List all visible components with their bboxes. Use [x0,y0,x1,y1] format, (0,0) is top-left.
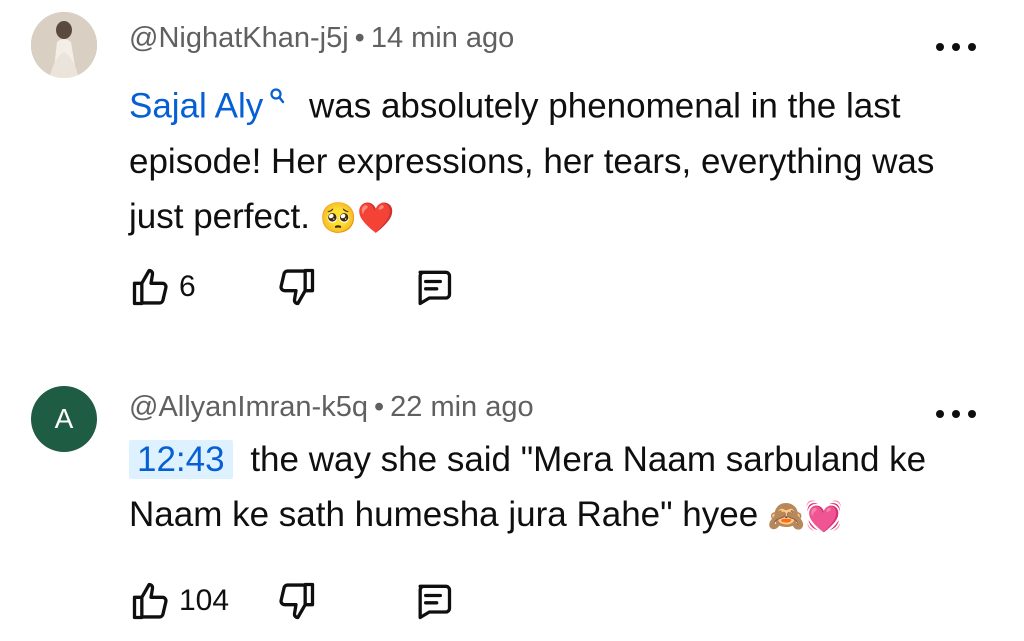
comment-item: @NighatKhan-j5j • 14 min ago Sajal Aly was… [0,0,1024,330]
reply-icon [418,270,452,306]
like-button[interactable]: 104 [129,579,274,623]
comment-text: 12:43 the way she said "Mera Naam sarbul… [129,432,959,544]
thumbs-down-icon [279,582,315,620]
reply-button[interactable] [411,579,455,623]
avatar[interactable] [31,12,97,78]
comment-actions: 6 [129,262,455,312]
reply-button[interactable] [411,265,455,309]
more-vertical-icon [936,43,944,51]
like-count: 104 [179,584,230,617]
comment-meta: @AllyanImran-k5q • 22 min ago [129,391,534,424]
like-count: 6 [179,270,196,303]
avatar[interactable]: A [31,386,97,452]
comment-author[interactable]: @AllyanImran-k5q [129,391,368,423]
beating-heart-emoji: 💓 [805,499,843,535]
reply-icon [418,584,452,620]
meta-separator: • [354,22,365,54]
avatar-photo [31,12,97,78]
comment-meta: @NighatKhan-j5j • 14 min ago [129,22,514,55]
comment-time: 14 min ago [370,22,515,54]
avatar-initial: A [54,403,74,434]
red-heart-emoji: ❤️ [357,200,395,236]
thumbs-up-icon [132,582,168,620]
dislike-button[interactable] [274,265,411,309]
search-icon[interactable] [269,66,285,121]
thumbs-down-icon [279,268,315,306]
thumbs-up-icon [132,268,168,306]
comment-author[interactable]: @NighatKhan-j5j [129,22,349,54]
timestamp-link[interactable]: 12:43 [129,440,233,479]
comment-time: 22 min ago [390,391,534,423]
meta-separator: • [373,391,385,423]
pleading-face-emoji: 🥺 [319,200,357,236]
mention-link[interactable]: Sajal Aly [129,87,263,126]
comment-text: Sajal Aly was absolutely phenomenal in t… [129,66,959,246]
more-vertical-icon [936,410,944,418]
comment-actions: 104 [129,576,455,626]
like-button[interactable]: 6 [129,265,274,309]
dislike-button[interactable] [274,579,411,623]
see-no-evil-monkey-emoji: 🙈 [767,499,806,535]
more-options-button[interactable] [936,402,976,426]
more-options-button[interactable] [936,35,976,59]
comment-item: A @AllyanImran-k5q • 22 min ago 12:43 the … [0,370,1024,641]
